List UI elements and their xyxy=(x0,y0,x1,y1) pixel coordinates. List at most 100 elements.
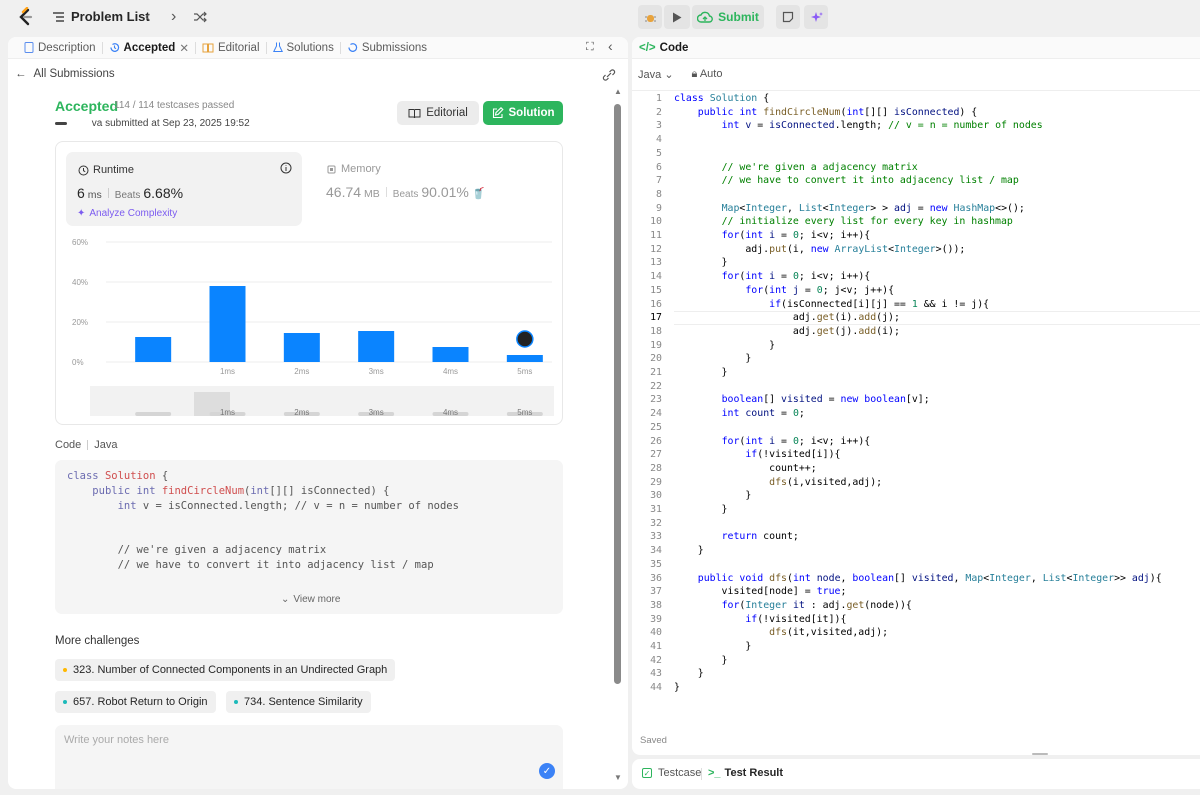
code-line: } xyxy=(674,654,728,666)
editorial-button[interactable]: Editorial xyxy=(397,101,479,125)
code-line: if(!visited[it]){ xyxy=(745,613,847,625)
history-icon xyxy=(109,43,119,52)
code-editor[interactable]: 1 class Solution {2 public int findCircle… xyxy=(632,93,1200,713)
x-tick-label: 1ms xyxy=(220,367,235,376)
code-language: Java xyxy=(94,439,118,451)
line-number: 35 xyxy=(650,558,662,570)
chart-bar[interactable] xyxy=(432,347,469,362)
tab-submissions[interactable]: Submissions xyxy=(341,42,433,54)
code-line: return count; xyxy=(721,531,799,543)
close-tab-icon[interactable]: ✕ xyxy=(179,41,189,55)
line-number: 18 xyxy=(650,325,662,337)
next-problem-icon[interactable]: › xyxy=(171,8,176,26)
memory-header[interactable]: Memory xyxy=(326,163,381,175)
run-button[interactable] xyxy=(664,5,690,29)
language-select[interactable]: Java ⌄ xyxy=(638,68,674,81)
code-line: for(int i = 0; i<v; i++){ xyxy=(721,271,871,283)
stats-card: Runtime 6 ms Beats 6.68% ✦ Analyze Compl… xyxy=(55,141,563,425)
chart-bar[interactable] xyxy=(358,331,395,362)
maximize-icon[interactable]: ⛶ xyxy=(586,41,594,54)
notes-input[interactable]: Write your notes here ✓ xyxy=(55,725,563,789)
line-number: 12 xyxy=(650,243,662,255)
prev-problem-icon[interactable]: ‹ xyxy=(145,8,150,26)
x-tick-label: 2ms xyxy=(294,367,309,376)
view-more-label: View more xyxy=(293,594,341,605)
challenge-chip[interactable]: 657. Robot Return to Origin xyxy=(55,691,216,713)
debug-button[interactable] xyxy=(638,5,662,29)
tab-code[interactable]: </> Code xyxy=(639,42,688,54)
resize-handle[interactable] xyxy=(1032,753,1048,755)
runtime-box[interactable]: Runtime 6 ms Beats 6.68% ✦ Analyze Compl… xyxy=(66,152,302,226)
code-editor-panel: </> Code Java ⌄ 🔒︎ Auto 1 class Solution … xyxy=(632,37,1200,755)
code-line: } xyxy=(674,339,776,351)
line-number: 19 xyxy=(650,339,662,351)
code-line: public int findCircleNum(int[][] isConne… xyxy=(92,485,390,497)
editor-toolbar: Java ⌄ 🔒︎ Auto xyxy=(638,68,722,81)
tab-submissions-label: Submissions xyxy=(361,41,428,54)
submitted-at-label: va submitted at Sep 23, 2025 19:52 xyxy=(91,118,250,129)
x-tick-label: 5ms xyxy=(517,367,532,376)
line-number: 21 xyxy=(650,367,662,378)
analyze-complexity-link[interactable]: ✦ Analyze Complexity xyxy=(77,208,177,219)
notes-button[interactable] xyxy=(776,5,800,29)
code-line: } xyxy=(674,367,728,378)
scrollbar-thumb[interactable] xyxy=(614,104,621,684)
tab-code-label: Code xyxy=(659,41,689,54)
line-number: 6 xyxy=(656,161,662,173)
chart-bar[interactable] xyxy=(506,355,543,362)
mini-tick-label: 5ms xyxy=(517,408,532,417)
line-number: 16 xyxy=(650,298,662,310)
analyze-label: Analyze Complexity xyxy=(89,208,178,219)
chart-bar[interactable] xyxy=(283,333,320,362)
ai-assistant-button[interactable] xyxy=(804,5,828,29)
bottom-panel: ✓ Testcase >_ Test Result xyxy=(632,759,1200,789)
solution-button[interactable]: Solution xyxy=(483,101,563,125)
tab-editorial[interactable]: Editorial xyxy=(196,42,266,54)
code-line: for(Integer it : adj.get(node)){ xyxy=(721,599,912,611)
code-line: for(int i = 0; i<v; i++){ xyxy=(721,230,871,241)
memory-beats: 90.01% xyxy=(421,184,469,200)
tab-solutions-label: Solutions xyxy=(286,41,334,54)
code-line: } xyxy=(674,641,752,652)
tab-testcase[interactable]: ✓ Testcase xyxy=(642,767,701,779)
tab-solutions[interactable]: Solutions xyxy=(267,42,340,54)
challenge-chip[interactable]: 323. Number of Connected Components in a… xyxy=(55,659,396,681)
shuffle-icon[interactable] xyxy=(193,11,207,23)
runtime-distribution-chart: 60% 40% 20% 0% 1ms 2ms 3ms 4ms 5ms 1ms 2ms 3ms 4ms 5m… xyxy=(72,238,554,417)
editorial-button-label: Editorial xyxy=(426,107,468,119)
scrollbar[interactable]: ▲ ▼ xyxy=(612,87,622,787)
difficulty-dot xyxy=(63,700,67,704)
challenge-label: 734. Sentence Similarity xyxy=(244,696,363,708)
tab-description[interactable]: Description xyxy=(18,42,102,54)
document-icon xyxy=(24,42,34,53)
auto-label: Auto xyxy=(699,68,723,80)
mini-tick-label: 1ms xyxy=(220,408,235,417)
submit-button[interactable]: Submit xyxy=(692,5,764,29)
checkbox-icon: ✓ xyxy=(642,768,652,778)
scroll-down-icon[interactable]: ▼ xyxy=(614,773,622,782)
notes-placeholder: Write your notes here xyxy=(64,734,169,746)
line-number: 23 xyxy=(650,394,662,406)
tab-test-result[interactable]: >_ Test Result xyxy=(708,767,783,779)
info-icon[interactable] xyxy=(280,162,292,174)
scroll-up-icon[interactable]: ▲ xyxy=(614,87,622,96)
chart-bar[interactable] xyxy=(209,286,246,362)
leetcode-logo-icon[interactable] xyxy=(15,7,35,27)
all-submissions-link[interactable]: ← All Submissions xyxy=(15,68,115,80)
testcase-label: Testcase xyxy=(658,767,702,779)
left-panel: Description Accepted ✕ Editorial Solutio… xyxy=(8,37,628,789)
check-icon[interactable]: ✓ xyxy=(539,763,555,779)
tab-accepted[interactable]: Accepted ✕ xyxy=(103,41,195,55)
auto-mode[interactable]: 🔒︎ Auto xyxy=(692,68,723,81)
view-more-button[interactable]: ⌄ View more xyxy=(281,594,340,605)
problem-list-button[interactable]: Problem List xyxy=(52,9,150,24)
code-line: if(!visited[i]){ xyxy=(745,449,841,461)
chart-range-selector[interactable] xyxy=(90,386,554,416)
collapse-panel-icon[interactable]: ‹ xyxy=(608,38,613,54)
chart-bar[interactable] xyxy=(135,337,172,362)
bug-icon xyxy=(644,14,656,22)
arrow-left-icon: ← xyxy=(15,68,27,80)
challenge-chip[interactable]: 734. Sentence Similarity xyxy=(226,691,371,713)
memory-label: Memory xyxy=(341,163,381,175)
link-icon[interactable] xyxy=(602,69,616,81)
